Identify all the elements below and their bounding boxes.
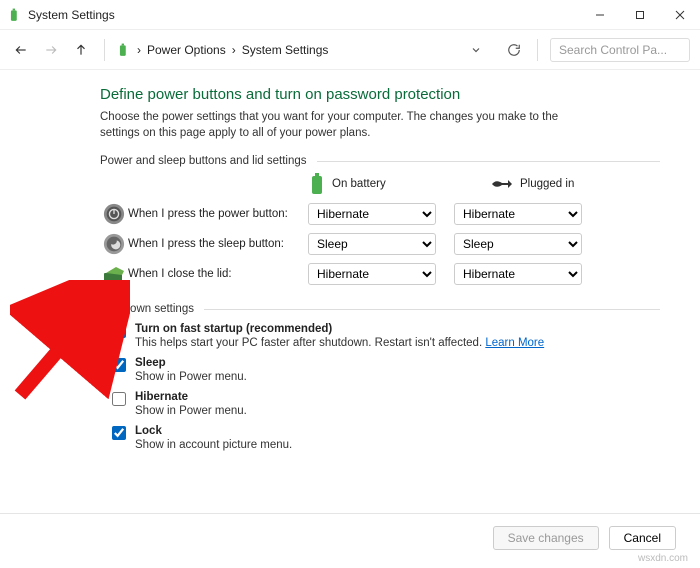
titlebar: System Settings — [0, 0, 700, 30]
chevron-right-icon: › — [232, 43, 236, 57]
row-sleep-label: When I press the sleep button: — [128, 238, 308, 250]
breadcrumb[interactable]: › Power Options › System Settings — [117, 43, 457, 57]
lid-icon — [100, 265, 128, 283]
section-label-text: Power and sleep buttons and lid settings — [100, 155, 307, 167]
row-power-button: When I press the power button: Hibernate… — [100, 203, 660, 225]
page-heading: Define power buttons and turn on passwor… — [100, 86, 660, 103]
column-headers: On battery Plugged in — [100, 173, 660, 195]
sleep-button-icon — [100, 233, 128, 255]
checkbox-sleep-input[interactable] — [112, 358, 126, 372]
battery-icon — [117, 43, 131, 57]
column-on-battery: On battery — [310, 173, 430, 195]
footer: Save changes Cancel — [0, 513, 700, 550]
window-title: System Settings — [28, 8, 115, 22]
learn-more-link[interactable]: Learn More — [485, 337, 544, 349]
nav-forward-button[interactable] — [40, 39, 62, 61]
fast-startup-desc: This helps start your PC faster after sh… — [135, 337, 544, 349]
separator — [104, 39, 105, 61]
breadcrumb-dropdown[interactable] — [465, 39, 487, 61]
chevron-right-icon: › — [137, 43, 141, 57]
checkbox-hibernate-input[interactable] — [112, 392, 126, 406]
nav-up-button[interactable] — [70, 39, 92, 61]
save-changes-button[interactable]: Save changes — [493, 526, 599, 550]
power-button-icon — [100, 203, 128, 225]
nav-back-button[interactable] — [10, 39, 32, 61]
row-lid-label: When I close the lid: — [128, 268, 308, 280]
refresh-button[interactable] — [503, 39, 525, 61]
lock-desc: Show in account picture menu. — [135, 439, 292, 451]
search-input[interactable] — [557, 42, 683, 58]
select-lid-plugged[interactable]: Hibernate — [454, 263, 582, 285]
select-power-battery[interactable]: Hibernate — [308, 203, 436, 225]
content-area: Define power buttons and turn on passwor… — [0, 70, 700, 451]
breadcrumb-power-options[interactable]: Power Options — [147, 43, 226, 57]
fast-startup-title: Turn on fast startup (recommended) — [135, 323, 544, 335]
checkbox-sleep: Sleep Show in Power menu. — [100, 357, 660, 383]
watermark: wsxdn.com — [638, 553, 688, 564]
minimize-button[interactable] — [580, 0, 620, 30]
select-power-plugged[interactable]: Hibernate — [454, 203, 582, 225]
select-sleep-battery[interactable]: Sleep — [308, 233, 436, 255]
cancel-button[interactable]: Cancel — [609, 526, 676, 550]
row-lid: When I close the lid: Hibernate Hibernat… — [100, 263, 660, 285]
hibernate-desc: Show in Power menu. — [135, 405, 247, 417]
section-label-text: Shutdown settings — [100, 303, 194, 315]
column-plugged-in: Plugged in — [490, 177, 610, 191]
shutdown-settings: Shutdown settings Turn on fast startup (… — [100, 303, 660, 451]
battery-icon — [310, 173, 324, 195]
battery-icon — [8, 8, 22, 22]
sleep-desc: Show in Power menu. — [135, 371, 247, 383]
separator — [537, 39, 538, 61]
checkbox-lock-input[interactable] — [112, 426, 126, 440]
checkbox-fast-startup: Turn on fast startup (recommended) This … — [100, 323, 660, 349]
checkbox-lock: Lock Show in account picture menu. — [100, 425, 660, 451]
row-sleep-button: When I press the sleep button: Sleep Sle… — [100, 233, 660, 255]
checkbox-fast-startup-input[interactable] — [112, 324, 126, 338]
sleep-title: Sleep — [135, 357, 247, 369]
row-power-label: When I press the power button: — [128, 208, 308, 220]
page-subtext: Choose the power settings that you want … — [100, 109, 600, 141]
select-lid-battery[interactable]: Hibernate — [308, 263, 436, 285]
maximize-button[interactable] — [620, 0, 660, 30]
toolbar: › Power Options › System Settings — [0, 30, 700, 70]
hibernate-title: Hibernate — [135, 391, 247, 403]
search-box[interactable] — [550, 38, 690, 62]
window-title-area: System Settings — [0, 8, 115, 22]
select-sleep-plugged[interactable]: Sleep — [454, 233, 582, 255]
section-shutdown: Shutdown settings — [100, 303, 660, 315]
section-power-sleep-lid: Power and sleep buttons and lid settings — [100, 155, 660, 167]
close-button[interactable] — [660, 0, 700, 30]
checkbox-hibernate: Hibernate Show in Power menu. — [100, 391, 660, 417]
breadcrumb-system-settings[interactable]: System Settings — [242, 43, 329, 57]
lock-title: Lock — [135, 425, 292, 437]
plug-icon — [490, 177, 512, 191]
